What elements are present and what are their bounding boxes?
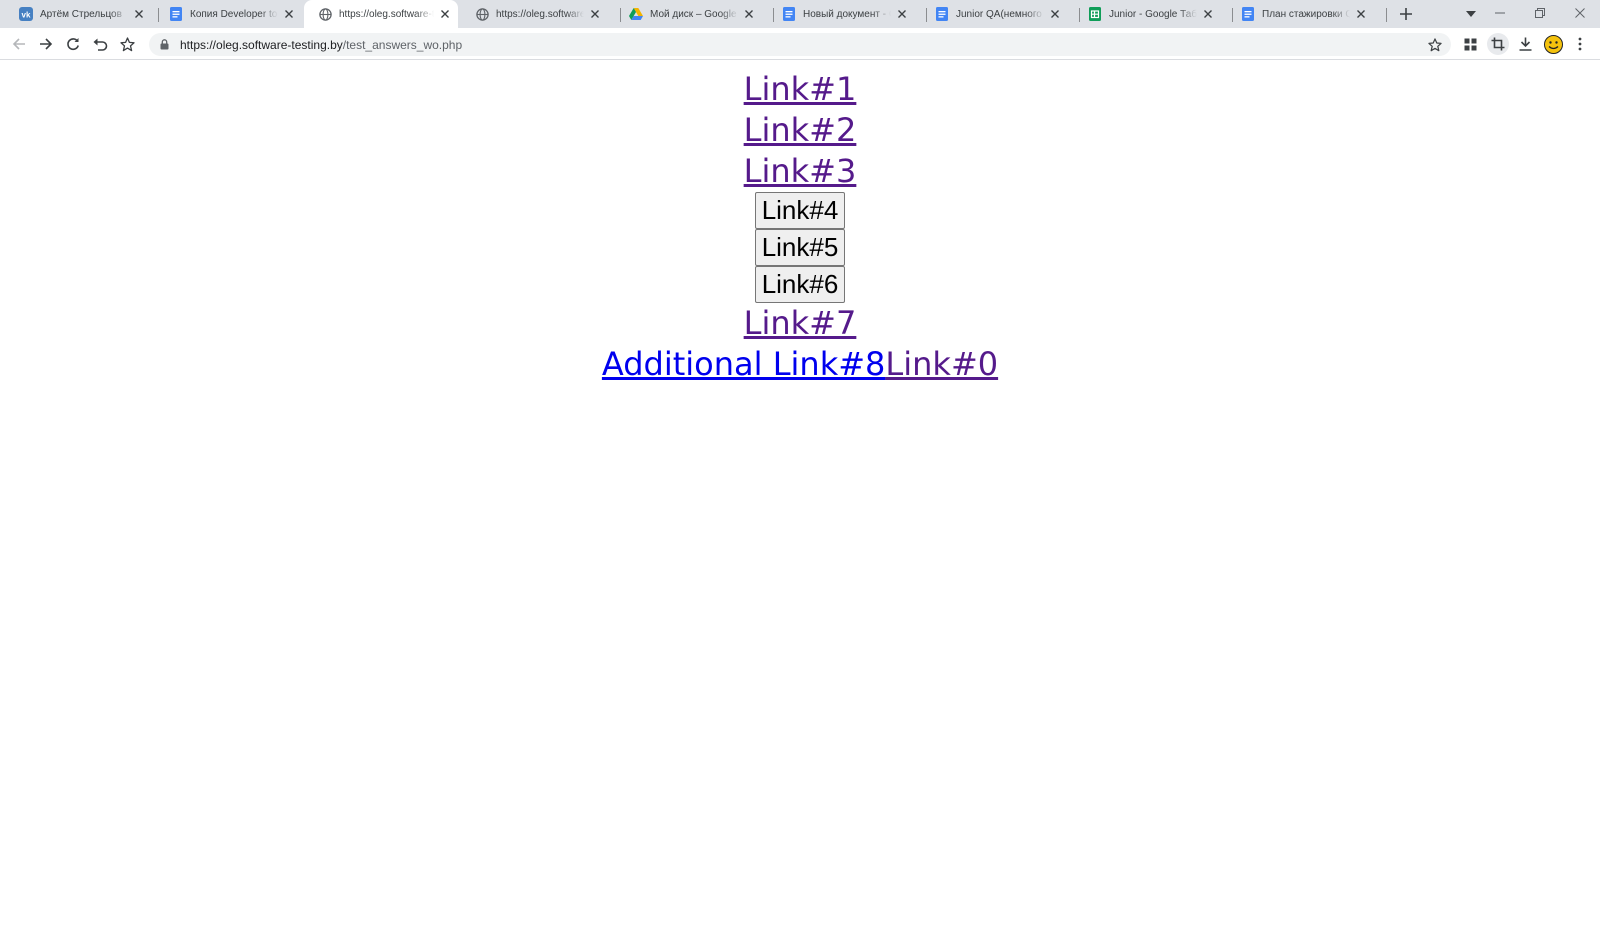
downloads-button[interactable] <box>1514 33 1536 55</box>
bookmark-page-button[interactable] <box>1426 36 1443 53</box>
link-6-button[interactable]: Link#6 <box>754 266 846 303</box>
close-icon[interactable] <box>1354 7 1368 21</box>
docs-icon <box>935 7 949 21</box>
tab-vk[interactable]: vk Артём Стрельцов <box>2 0 152 28</box>
new-tab-button[interactable] <box>1396 4 1416 24</box>
link-0[interactable]: Link#0 <box>885 345 998 383</box>
tab-google-drive[interactable]: Мой диск – Google Диск <box>612 0 762 28</box>
browser-toolbar: https://oleg.software-testing.by/test_an… <box>0 28 1600 60</box>
tab-title: Копия Developer tools <box>190 8 278 20</box>
page-content: Link#1 Link#2 Link#3 Link#4 Link#5 Link#… <box>0 62 1600 930</box>
tab-junior-sheets[interactable]: Junior - Google Таблицы <box>1071 0 1221 28</box>
back-button[interactable] <box>8 33 30 55</box>
arrow-left-icon <box>12 38 25 50</box>
bookmark-star-button[interactable] <box>116 33 138 55</box>
crop-extension-button[interactable] <box>1487 33 1509 55</box>
close-icon[interactable] <box>282 7 296 21</box>
tab-new-document[interactable]: Новый документ - Google <box>765 0 915 28</box>
close-icon[interactable] <box>742 7 756 21</box>
restore-button[interactable] <box>1520 0 1560 26</box>
additional-link-8[interactable]: Additional Link#8 <box>602 345 886 383</box>
close-icon <box>1575 8 1585 18</box>
link-1[interactable]: Link#1 <box>744 69 857 110</box>
star-icon <box>1427 37 1442 51</box>
window-close-button[interactable] <box>1560 0 1600 26</box>
forward-button[interactable] <box>35 33 57 55</box>
crop-icon <box>1491 37 1505 51</box>
additional-links-row: Additional Link#8Link#0 <box>0 344 1600 385</box>
tab-title: https://oleg.software-testing.by <box>339 8 434 20</box>
tab-title: Junior - Google Таблицы <box>1109 8 1197 20</box>
tab-oleg[interactable]: https://oleg.software-testing.by <box>458 0 608 28</box>
drive-icon <box>629 7 643 21</box>
minimize-button[interactable] <box>1480 0 1520 26</box>
address-bar[interactable]: https://oleg.software-testing.by/test_an… <box>149 33 1451 56</box>
chevron-down-icon <box>1466 11 1476 17</box>
tab-title: https://oleg.software-testing.by <box>496 8 584 20</box>
url-text: https://oleg.software-testing.by/test_an… <box>180 38 462 52</box>
url-host: https://oleg.software-testing.by <box>180 37 343 52</box>
profile-avatar[interactable] <box>1542 33 1564 55</box>
docs-icon <box>169 7 183 21</box>
docs-icon <box>782 7 796 21</box>
globe-icon <box>318 7 332 21</box>
close-icon[interactable] <box>1201 7 1215 21</box>
link-3[interactable]: Link#3 <box>744 151 857 192</box>
restore-icon <box>1535 8 1545 18</box>
docs-icon <box>1241 7 1255 21</box>
tab-oleg-active[interactable]: https://oleg.software-testing.by <box>304 0 458 28</box>
extensions-grid-button[interactable] <box>1459 33 1481 55</box>
tab-search-button[interactable] <box>1462 5 1480 23</box>
plus-icon <box>1400 8 1412 20</box>
undo-icon <box>93 38 107 51</box>
link-7[interactable]: Link#7 <box>744 303 857 344</box>
close-icon[interactable] <box>895 7 909 21</box>
link-4-button[interactable]: Link#4 <box>754 192 846 229</box>
svg-text:vk: vk <box>22 11 31 20</box>
avatar-icon <box>1543 34 1563 54</box>
grid-icon <box>1464 38 1476 50</box>
download-icon <box>1519 37 1531 51</box>
tab-title: Новый документ - Google <box>803 8 891 20</box>
link-5-button[interactable]: Link#5 <box>754 229 846 266</box>
sheets-icon <box>1088 7 1102 21</box>
reload-icon <box>67 38 79 51</box>
menu-button[interactable] <box>1569 33 1591 55</box>
tab-title: Мой диск – Google Диск <box>650 8 738 20</box>
star-icon <box>119 36 135 51</box>
tab-developer-tools[interactable]: Копия Developer tools <box>152 0 302 28</box>
close-icon[interactable] <box>588 7 602 21</box>
lock-icon[interactable] <box>157 38 171 52</box>
close-icon[interactable] <box>132 7 146 21</box>
tab-qa-internship-plan[interactable]: План стажировки QA 5 <box>1224 0 1374 28</box>
undo-extension-button[interactable] <box>89 33 111 55</box>
link-2[interactable]: Link#2 <box>744 110 857 151</box>
minimize-icon <box>1495 12 1505 14</box>
close-icon[interactable] <box>1048 7 1062 21</box>
tab-title: План стажировки QA 5 <box>1262 8 1350 20</box>
kebab-menu-icon <box>1578 37 1582 51</box>
vk-icon: vk <box>19 7 33 21</box>
reload-button[interactable] <box>62 33 84 55</box>
tab-title: Junior QA(немного теста <box>956 8 1044 20</box>
tab-separator <box>1386 8 1387 22</box>
arrow-right-icon <box>40 38 53 50</box>
tab-junior-qa-doc[interactable]: Junior QA(немного теста <box>918 0 1068 28</box>
tab-strip: vk Артём Стрельцов Копия Developer tools… <box>0 0 1600 28</box>
tab-title: Артём Стрельцов <box>40 8 122 20</box>
close-icon[interactable] <box>438 7 452 21</box>
url-path: /test_answers_wo.php <box>342 37 463 52</box>
globe-icon <box>475 7 489 21</box>
